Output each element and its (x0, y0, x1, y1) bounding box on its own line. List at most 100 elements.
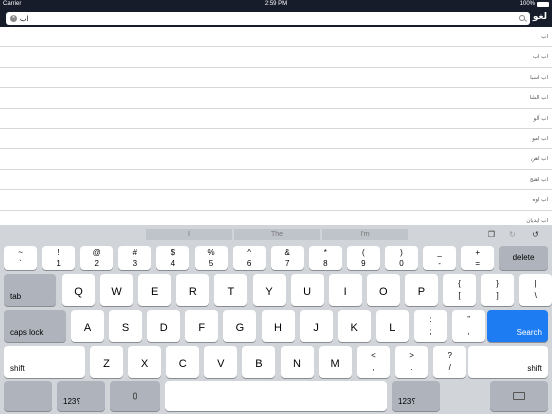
search-bar[interactable]: × (6, 12, 530, 25)
number-key[interactable]: $4 (156, 246, 190, 270)
key-shift-label: + (475, 248, 481, 257)
letter-key[interactable]: Q (62, 274, 95, 306)
key-shift-label: # (132, 248, 138, 257)
list-item[interactable]: اب (0, 27, 552, 48)
prediction-suggestion[interactable]: I (146, 229, 232, 240)
list-item[interactable]: اب اهنج (0, 170, 552, 191)
search-input[interactable] (20, 13, 506, 24)
key-label: S (121, 322, 130, 334)
numbers-button[interactable]: 123؟ (392, 381, 440, 411)
redo-icon[interactable]: ↻ (508, 230, 517, 239)
numbers-button[interactable]: 123؟ (57, 381, 105, 411)
letter-key[interactable]: L (375, 310, 409, 342)
prediction-suggestion[interactable]: The (234, 229, 320, 240)
letter-key[interactable]: M (318, 346, 352, 378)
number-key[interactable]: (9 (346, 246, 380, 270)
key-shift-label: : (429, 315, 432, 324)
number-key[interactable]: ) 0 (385, 246, 418, 270)
letter-key[interactable]: D (147, 310, 181, 342)
letter-key[interactable]: N (280, 346, 314, 378)
shift-left-button[interactable]: shift (4, 346, 85, 378)
key-label: H (274, 322, 282, 334)
key-shift-label: { (458, 279, 461, 288)
symbol-key[interactable]: <, (357, 346, 390, 378)
paste-icon[interactable]: ❐ (487, 230, 496, 239)
letter-key[interactable]: T (214, 274, 248, 306)
list-item[interactable]: اب آلو (0, 109, 552, 129)
symbol-key[interactable]: ? / (433, 346, 467, 378)
letter-key[interactable]: Z (90, 346, 123, 378)
list-item[interactable]: اب اب (0, 47, 552, 68)
letter-key[interactable]: K (337, 310, 371, 342)
key-shift-label: @ (92, 248, 101, 257)
letter-key[interactable]: S (109, 310, 143, 342)
letter-key[interactable]: R (176, 274, 210, 306)
tab-button[interactable]: tab (4, 274, 56, 306)
search-key[interactable]: Search (487, 310, 548, 342)
keyboard: I The I'm ❐ ↻ ↺ ~ `! 1 @2 #3 $4% 5 ^ 6 & 7 * 8(9) 0 _ - + =… (0, 225, 552, 414)
shift-label: shift (527, 364, 542, 373)
letter-key[interactable]: C (166, 346, 200, 378)
key-label: ] (496, 291, 499, 300)
symbol-key[interactable]: >. (395, 346, 429, 378)
symbol-key[interactable]: {[ (443, 274, 476, 306)
key-label: Y (265, 286, 273, 298)
undo-icon[interactable]: ↺ (531, 230, 540, 239)
key-label: Z (103, 358, 110, 370)
key-label: , (467, 327, 470, 336)
prediction-suggestion[interactable]: I'm (322, 229, 408, 240)
symbol-key[interactable]: | \ (519, 274, 552, 306)
letter-key[interactable]: U (290, 274, 324, 306)
letter-key[interactable]: G (223, 310, 257, 342)
letter-key[interactable]: X (128, 346, 162, 378)
number-key[interactable]: _ - (423, 246, 457, 270)
key-label: E (151, 286, 159, 298)
key-label: ` (19, 259, 22, 268)
letter-key[interactable]: B (242, 346, 276, 378)
list-item[interactable]: اب الشا (0, 88, 552, 109)
number-key[interactable]: % 5 (194, 246, 228, 270)
list-item[interactable]: اب ایدیان (0, 211, 552, 225)
symbol-key[interactable]: }] (481, 274, 515, 306)
space-bar[interactable] (165, 381, 387, 411)
letter-key[interactable]: A (71, 310, 104, 342)
list-item[interactable]: اب اهن (0, 149, 552, 170)
caps-lock-button[interactable]: caps lock (4, 310, 66, 342)
letter-key[interactable]: W (100, 274, 134, 306)
shift-label: shift (10, 364, 25, 373)
symbol-key[interactable]: :; (414, 310, 447, 342)
search-icon (519, 15, 525, 21)
number-key[interactable]: #3 (118, 246, 152, 270)
key-label: \ (534, 291, 537, 300)
number-key[interactable]: ! 1 (42, 246, 76, 270)
number-key[interactable]: & 7 (270, 246, 304, 270)
shift-right-button[interactable]: shift (468, 346, 548, 378)
clear-icon[interactable]: × (10, 15, 17, 22)
emoji-button[interactable] (4, 381, 52, 411)
list-item[interactable]: اب امو (0, 129, 552, 150)
letter-key[interactable]: P (404, 274, 438, 306)
list-item[interactable]: اب اوه (0, 190, 552, 211)
number-key[interactable]: @2 (80, 246, 114, 270)
dictation-button[interactable] (110, 381, 160, 411)
letter-key[interactable]: H (261, 310, 295, 342)
letter-key[interactable]: Y (252, 274, 286, 306)
dismiss-keyboard-button[interactable] (490, 381, 548, 411)
delete-button[interactable]: delete (499, 246, 548, 270)
number-key[interactable]: ~ ` (4, 246, 37, 270)
key-label: 1 (56, 259, 61, 268)
list-item[interactable]: اب اسبا (0, 68, 552, 89)
letter-key[interactable]: J (299, 310, 333, 342)
number-key[interactable]: + = (461, 246, 495, 270)
number-key[interactable]: * 8 (308, 246, 342, 270)
letter-key[interactable]: O (366, 274, 400, 306)
key-shift-label: } (496, 279, 499, 288)
letter-key[interactable]: E (138, 274, 172, 306)
letter-key[interactable]: I (328, 274, 362, 306)
key-shift-label: ) (400, 248, 403, 257)
number-key[interactable]: ^ 6 (232, 246, 266, 270)
letter-key[interactable]: F (185, 310, 219, 342)
letter-key[interactable]: V (204, 346, 238, 378)
battery-icon (537, 1, 549, 7)
symbol-key[interactable]: ”, (452, 310, 486, 342)
